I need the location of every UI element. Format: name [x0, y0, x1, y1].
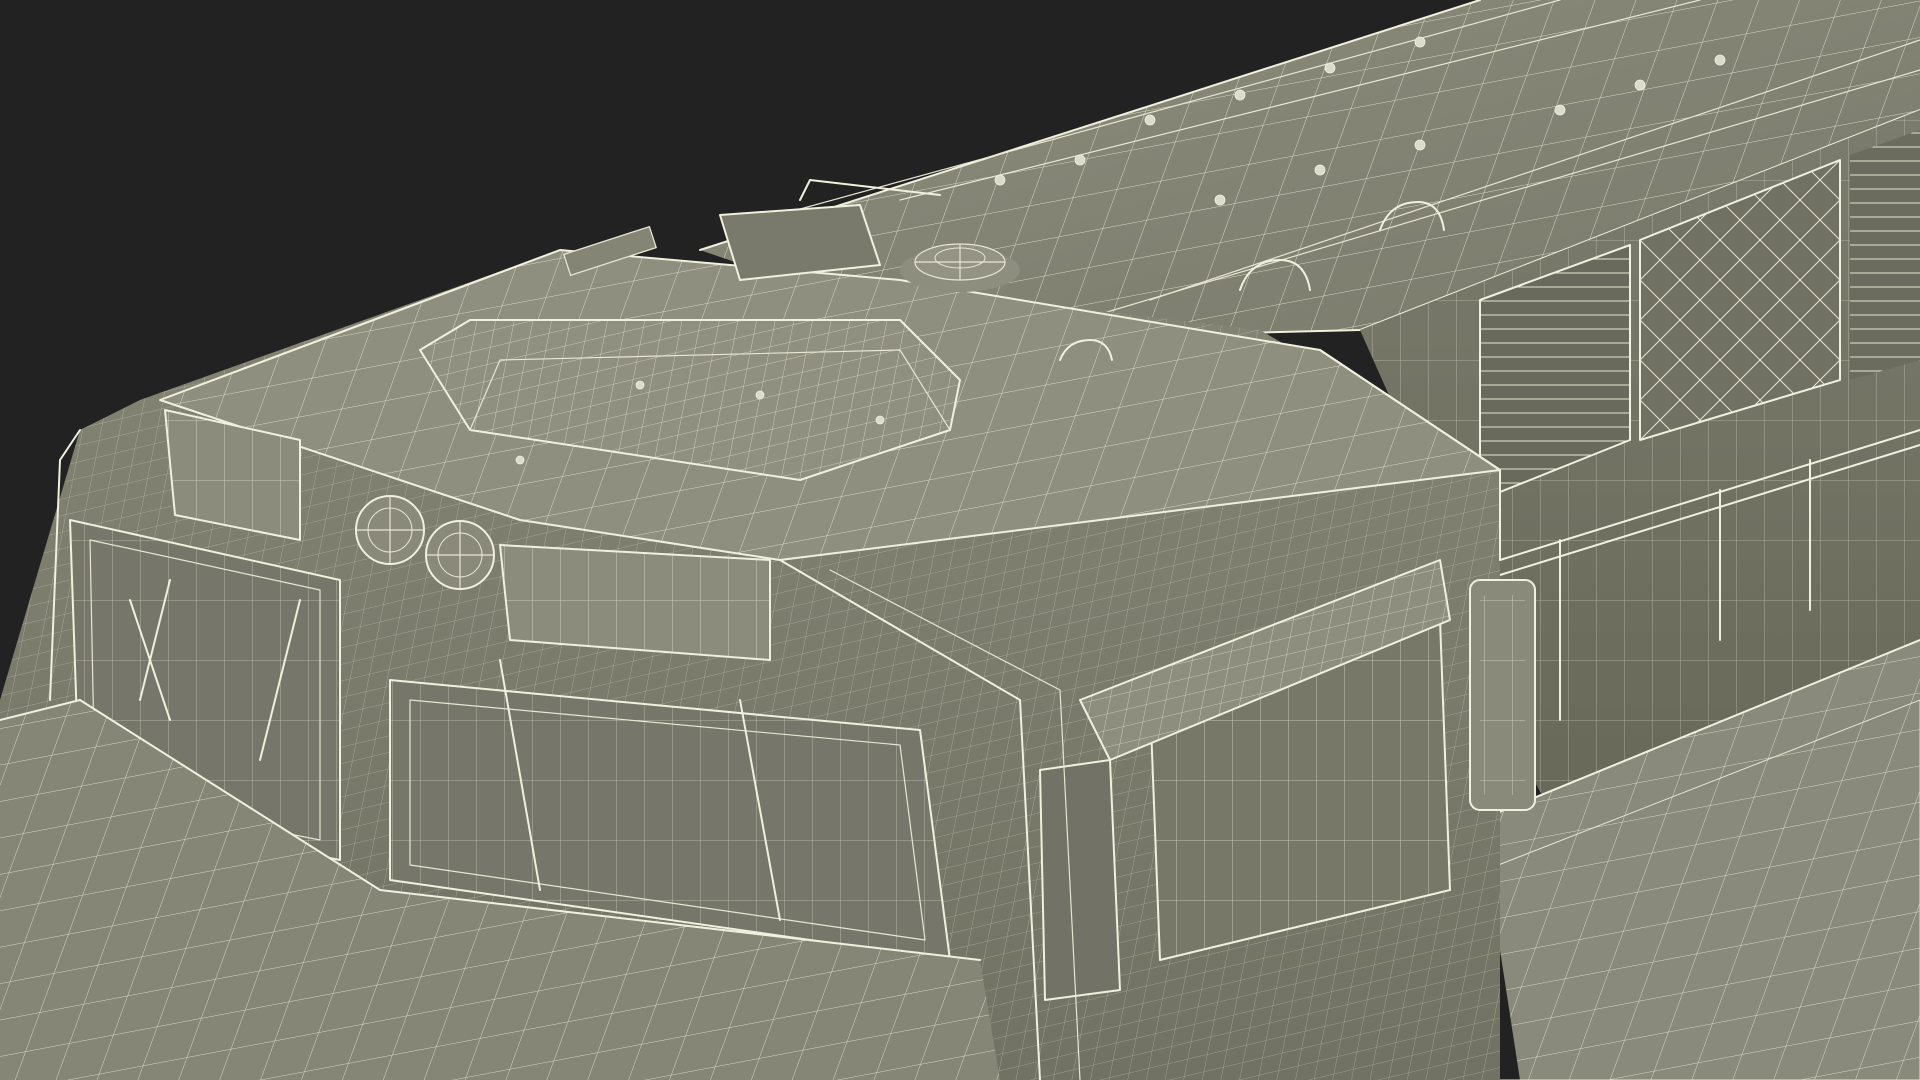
- side-mirror: [1469, 579, 1536, 811]
- number-board-right: [499, 544, 771, 661]
- locomotive-wireframe-render: [0, 0, 1920, 1080]
- wireframe-render-scene: [0, 0, 1920, 1080]
